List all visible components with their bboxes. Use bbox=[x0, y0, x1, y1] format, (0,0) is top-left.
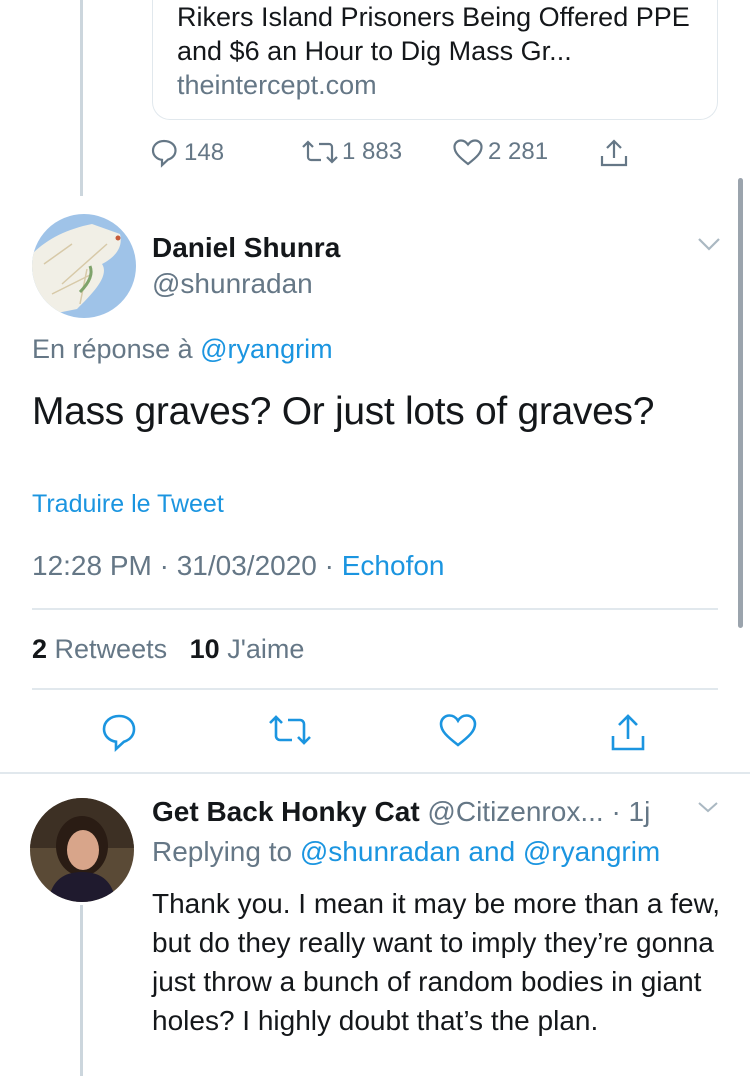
likes-label: J'aime bbox=[227, 634, 305, 664]
chevron-down-icon bbox=[698, 802, 718, 813]
reply-icon bbox=[102, 714, 136, 752]
reply-age: · 1j bbox=[611, 796, 651, 827]
tweet-meta: 12:28 PM · 31/03/2020 · Echofon bbox=[32, 550, 445, 582]
reply-author-name[interactable]: Get Back Honky Cat bbox=[152, 796, 420, 827]
divider bbox=[0, 772, 750, 774]
tweet-stats: 2 Retweets 10 J'aime bbox=[32, 634, 304, 665]
replying-to: Replying to @shunradan and @ryangrim bbox=[152, 836, 660, 868]
avatar[interactable] bbox=[32, 214, 136, 318]
link-preview-card[interactable]: Rikers Island Prisoners Being Offered PP… bbox=[152, 0, 718, 120]
reply-author-handle[interactable]: @Citizenrox... bbox=[427, 796, 603, 827]
author-handle[interactable]: @shunradan bbox=[152, 268, 313, 300]
parent-action-bar: 148 1 883 2 281 bbox=[150, 138, 670, 172]
like-button[interactable] bbox=[438, 712, 478, 753]
reply-text: Thank you. I mean it may be more than a … bbox=[152, 888, 721, 1036]
card-domain: theintercept.com bbox=[177, 70, 377, 100]
reply-context: En réponse à @ryangrim bbox=[32, 334, 333, 365]
share-icon bbox=[600, 139, 628, 167]
author-name[interactable]: Daniel Shunra bbox=[152, 232, 340, 264]
retweets-count: 2 bbox=[32, 634, 48, 664]
tweet-text: Mass graves? Or just lots of graves? bbox=[32, 390, 655, 433]
retweet-icon bbox=[269, 715, 311, 745]
replying-prefix: Replying to bbox=[152, 836, 293, 867]
reply-to-link[interactable]: @ryangrim bbox=[200, 334, 332, 364]
retweet-button[interactable]: 1 883 bbox=[300, 138, 402, 166]
retweets-label: Retweets bbox=[54, 634, 168, 664]
retweets-stat[interactable]: 2 Retweets bbox=[32, 634, 167, 664]
replying-user-link[interactable]: @ryangrim bbox=[523, 836, 660, 867]
like-count: 2 281 bbox=[488, 138, 549, 165]
reply-menu-button[interactable] bbox=[696, 800, 720, 819]
reply-count: 148 bbox=[184, 139, 225, 166]
reply-button[interactable]: 148 bbox=[150, 138, 224, 168]
reply-header: Get Back Honky Cat @Citizenrox... · 1j bbox=[152, 796, 650, 828]
main-action-bar bbox=[0, 712, 750, 756]
thread-line bbox=[80, 905, 83, 1076]
map-avatar-image bbox=[32, 214, 136, 318]
retweet-count: 1 883 bbox=[342, 138, 403, 165]
likes-count: 10 bbox=[189, 634, 220, 664]
like-button[interactable]: 2 281 bbox=[452, 138, 548, 166]
replying-and: and bbox=[468, 836, 516, 867]
scrollbar[interactable] bbox=[738, 178, 743, 628]
person-avatar-image bbox=[30, 798, 134, 902]
likes-stat[interactable]: 10 J'aime bbox=[190, 634, 305, 664]
replying-user-link[interactable]: @shunradan bbox=[300, 836, 461, 867]
reply-prefix: En réponse à bbox=[32, 334, 193, 364]
tweet-source[interactable]: Echofon bbox=[342, 550, 445, 581]
like-icon bbox=[439, 714, 477, 747]
share-button[interactable] bbox=[608, 712, 648, 759]
divider bbox=[32, 608, 718, 610]
retweet-icon bbox=[302, 140, 338, 164]
tweet-timestamp[interactable]: 12:28 PM · 31/03/2020 · bbox=[32, 550, 342, 581]
share-button[interactable] bbox=[598, 138, 630, 170]
tweet-menu-button[interactable] bbox=[696, 236, 722, 257]
divider bbox=[32, 688, 718, 690]
share-icon bbox=[611, 714, 645, 751]
reply-icon bbox=[151, 139, 177, 168]
card-title: Rikers Island Prisoners Being Offered PP… bbox=[177, 2, 690, 66]
thread-line bbox=[80, 0, 83, 196]
translate-link[interactable]: Traduire le Tweet bbox=[32, 490, 224, 519]
chevron-down-icon bbox=[698, 238, 720, 251]
like-icon bbox=[453, 139, 483, 166]
avatar[interactable] bbox=[30, 798, 134, 902]
reply-button[interactable] bbox=[100, 712, 138, 757]
retweet-button[interactable] bbox=[266, 712, 314, 753]
